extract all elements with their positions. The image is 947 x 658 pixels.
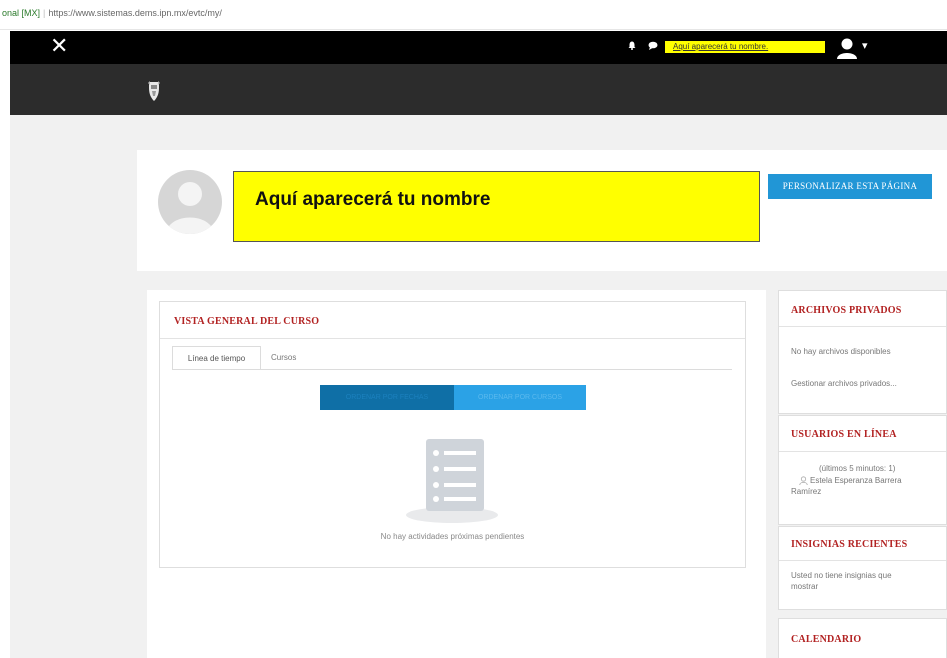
- online-user-name-link[interactable]: Estela Esperanza Barrera: [810, 475, 902, 486]
- user-name-link[interactable]: Aquí aparecerá tu nombre.: [665, 41, 825, 53]
- divider: [779, 560, 946, 561]
- no-badges-text-line1: Usted no tiene insignias que: [791, 571, 892, 580]
- empty-list-icon: [406, 439, 498, 523]
- divider: [779, 326, 946, 327]
- sort-by-courses-button[interactable]: ORDENAR POR CURSOS: [454, 385, 586, 410]
- online-period-text: (últimos 5 minutos: 1): [819, 464, 896, 473]
- recent-badges-title: INSIGNIAS RECIENTES: [791, 539, 908, 550]
- top-navbar: ✕ Aquí aparecerá tu nombre. ▾: [10, 31, 947, 64]
- divider: [779, 451, 946, 452]
- bell-icon[interactable]: [628, 41, 636, 50]
- chevron-down-icon[interactable]: ▾: [862, 39, 868, 52]
- calendar-block: CALENDARIO: [778, 618, 947, 658]
- online-user-name-cont[interactable]: Ramírez: [791, 486, 821, 497]
- tab-underline: [172, 369, 732, 370]
- user-name-highlight: Aquí aparecerá tu nombre: [233, 171, 760, 242]
- profile-avatar[interactable]: [158, 170, 222, 234]
- course-overview-title: VISTA GENERAL DEL CURSO: [174, 316, 320, 327]
- url-text[interactable]: https://www.sistemas.dems.ipn.mx/evtc/my…: [48, 8, 222, 18]
- course-overview-block: [159, 301, 746, 568]
- private-files-title: ARCHIVOS PRIVADOS: [791, 305, 902, 316]
- site-banner: [10, 64, 947, 115]
- recent-badges-block: INSIGNIAS RECIENTES Usted no tiene insig…: [778, 526, 947, 610]
- online-users-block: USUARIOS EN LÍNEA (últimos 5 minutos: 1)…: [778, 415, 947, 525]
- no-files-text: No hay archivos disponibles: [791, 347, 891, 356]
- manage-private-files-link[interactable]: Gestionar archivos privados...: [791, 378, 897, 389]
- no-activities-message: No hay actividades próximas pendientes: [380, 532, 525, 541]
- calendar-title: CALENDARIO: [791, 634, 862, 645]
- site-identity: onal [MX]: [2, 8, 41, 18]
- close-icon[interactable]: ✕: [50, 34, 68, 58]
- sort-by-dates-button[interactable]: ORDENAR POR FECHAS: [320, 385, 454, 410]
- chat-icon[interactable]: [648, 41, 658, 50]
- customize-page-button[interactable]: PERSONALIZAR ESTA PÁGINA: [768, 174, 932, 199]
- ipn-logo[interactable]: [147, 80, 161, 102]
- no-badges-text-line2: mostrar: [791, 582, 819, 591]
- private-files-block: ARCHIVOS PRIVADOS No hay archivos dispon…: [778, 290, 947, 414]
- user-avatar-icon[interactable]: [836, 37, 858, 59]
- profile-name: Aquí aparecerá tu nombre: [255, 189, 491, 210]
- online-users-title: USUARIOS EN LÍNEA: [791, 429, 897, 440]
- browser-address-bar[interactable]: onal [MX] | https://www.sistemas.dems.ipn.…: [0, 0, 947, 30]
- user-icon: [799, 476, 808, 485]
- divider: [160, 338, 745, 339]
- tab-courses[interactable]: Cursos: [271, 346, 296, 370]
- tab-timeline[interactable]: Línea de tiempo: [172, 346, 261, 370]
